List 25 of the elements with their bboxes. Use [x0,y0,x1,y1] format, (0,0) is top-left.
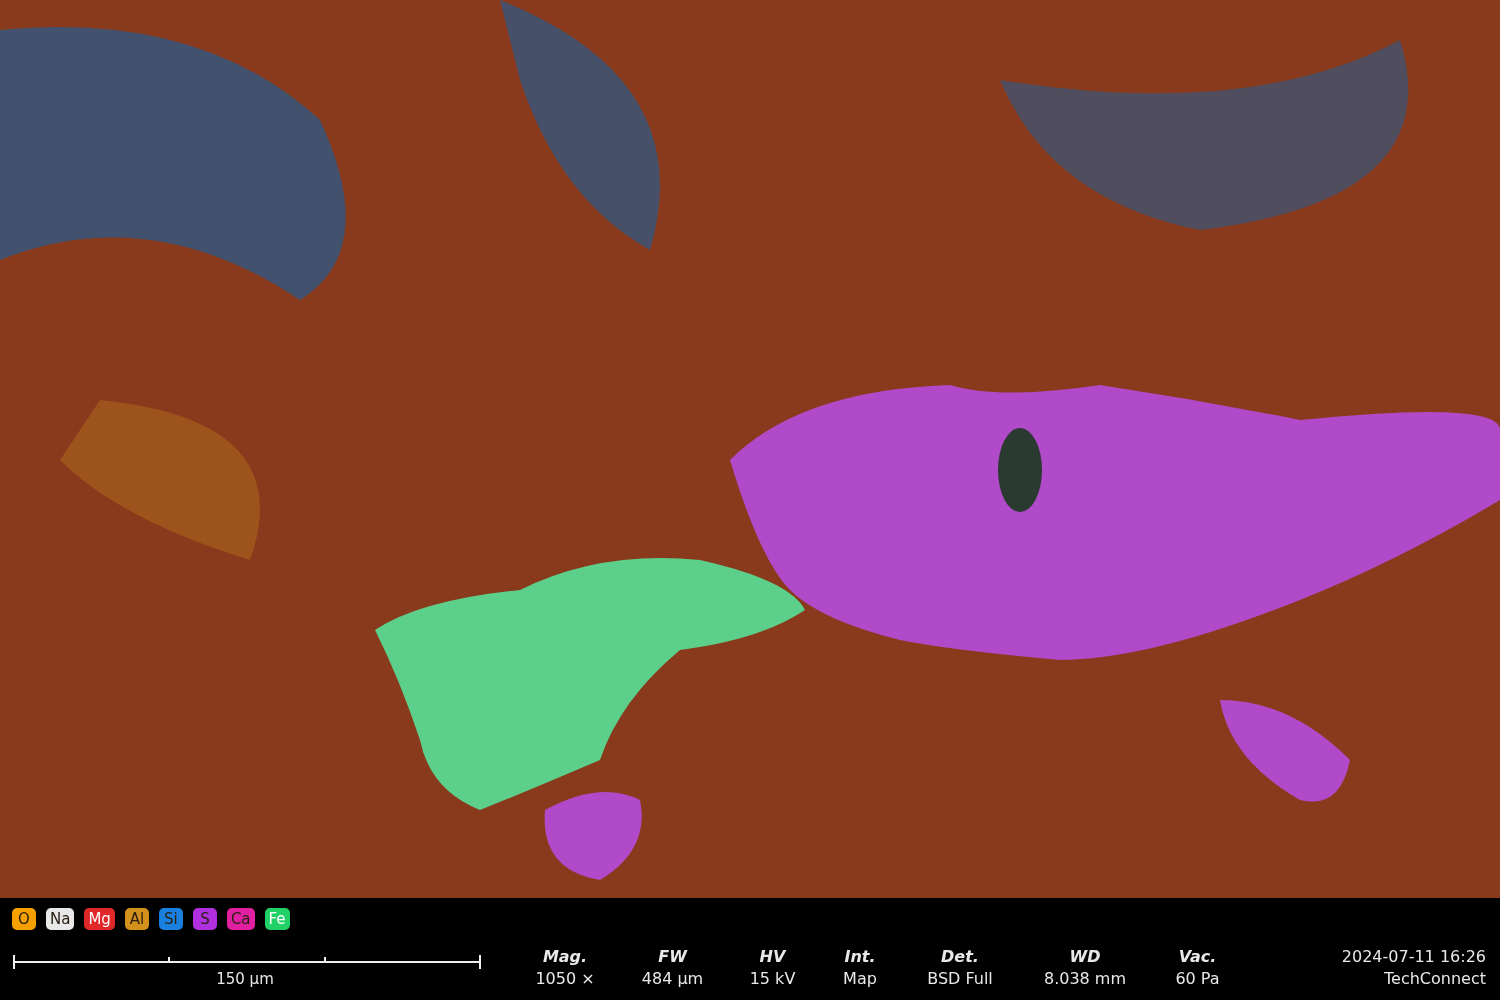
element-badge: Fe [264,908,290,930]
element-badge: S [192,908,217,930]
parameter-value: 484 µm [641,968,704,990]
parameter-label: Vac. [1178,946,1217,968]
parameter-label: FW [658,946,687,968]
parameter-label: HV [759,946,786,968]
parameter-label: Int. [844,946,876,968]
parameter-value: 60 Pa [1175,968,1220,990]
element-badge: Mg [84,908,115,930]
operator-name: TechConnect [1384,968,1486,990]
element-badge: Si [158,908,183,930]
parameter-value: BSD Full [927,968,993,990]
parameter-label: WD [1069,946,1101,968]
element-badge: O [12,908,36,930]
element-badge: Na [46,908,75,930]
element-badge: Ca [226,908,255,930]
parameter-value: Map [843,968,877,990]
parameter-label: Det. [941,946,979,968]
scale-bar-label: 150 µm [215,970,275,988]
parameter-value: 8.038 mm [1043,968,1127,990]
timestamp: 2024-07-11 16:26 [1341,946,1486,968]
parameter-value: 15 kV [749,968,796,990]
parameter-value: 1050 × [535,968,595,990]
element-badge: Al [124,908,149,930]
parameter-label: Mag. [542,946,588,968]
